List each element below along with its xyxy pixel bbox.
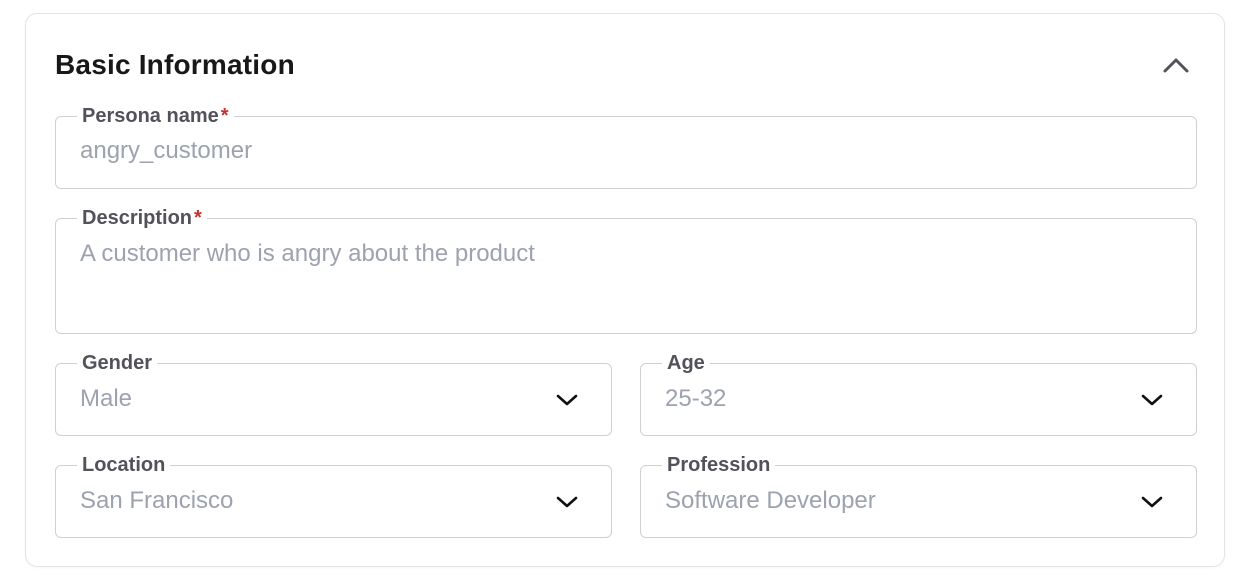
section-title: Basic Information	[55, 49, 295, 80]
persona-name-field[interactable]: Persona name * angry_customer	[55, 104, 1197, 189]
required-indicator: *	[194, 207, 202, 229]
age-select[interactable]: Age 25-32	[640, 351, 1197, 436]
profession-select[interactable]: Profession Software Developer	[640, 453, 1197, 538]
gender-select[interactable]: Gender Male	[55, 351, 612, 436]
age-value: 25-32	[665, 385, 727, 412]
collapse-section-button[interactable]	[1158, 50, 1194, 80]
chevron-down-icon	[1141, 394, 1163, 406]
description-value: A customer who is angry about the produc…	[80, 240, 535, 267]
chevron-up-icon	[1163, 58, 1189, 73]
location-label: Location	[77, 453, 171, 477]
profession-label: Profession	[662, 453, 776, 477]
gender-label: Gender	[77, 351, 158, 375]
description-field[interactable]: Description * A customer who is angry abo…	[55, 206, 1197, 334]
chevron-down-icon	[556, 496, 578, 508]
chevron-down-icon	[556, 394, 578, 406]
persona-name-value: angry_customer	[80, 137, 253, 164]
description-label: Description *	[77, 206, 207, 230]
gender-value: Male	[80, 385, 133, 412]
age-label: Age	[662, 351, 710, 375]
location-value: San Francisco	[80, 487, 234, 514]
persona-name-label: Persona name *	[77, 104, 234, 128]
location-select[interactable]: Location San Francisco	[55, 453, 612, 538]
profession-value: Software Developer	[665, 487, 876, 514]
chevron-down-icon	[1141, 496, 1163, 508]
required-indicator: *	[220, 105, 229, 127]
